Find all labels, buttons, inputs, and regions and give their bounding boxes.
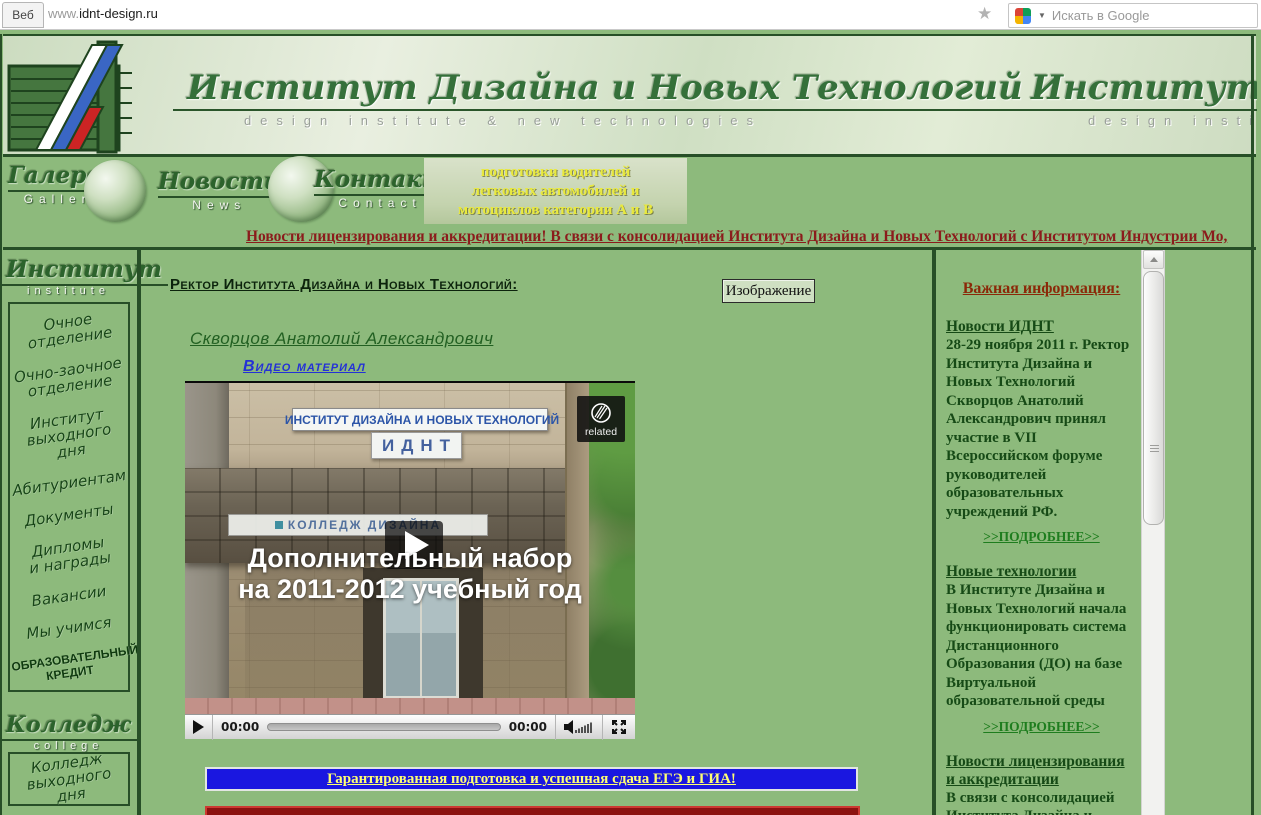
broken-image-placeholder: Изображение: [722, 279, 815, 303]
sidebar-institute-label[interactable]: Институт: [0, 256, 168, 286]
rector-heading: Ректор Института Дизайна и Новых Техноло…: [170, 276, 518, 293]
sidebar-item-obrazovatelny-kredit[interactable]: ОБРАЗОВАТЕЛЬНЫЙ КРЕДИТ: [11, 642, 140, 688]
idnt-sign: ИДНТ: [371, 432, 462, 459]
red-alert-bar: [205, 806, 860, 815]
news-section-body: В связи с консолидацией Института Дизайн…: [946, 789, 1115, 815]
video-player[interactable]: ИНСТИТУТ ДИЗАЙНА И НОВЫХ ТЕХНОЛОГИЙ ИДНТ…: [185, 381, 635, 740]
site-title-ru: Институт Дизайна и Новых Технологий: [173, 68, 1037, 111]
news-more-link[interactable]: >>ПОДРОБНЕЕ>>: [946, 529, 1137, 545]
duration-time: 00:00: [508, 720, 547, 734]
volume-icon[interactable]: [564, 720, 594, 734]
sidebar-college-label[interactable]: Колледж: [0, 712, 137, 741]
page-body: Институт Дизайна и Новых Технологий desi…: [0, 30, 1261, 815]
pavement: [185, 698, 635, 714]
sidebar-item-college-weekend[interactable]: Колледж выходного дня: [9, 747, 129, 810]
news-section-heading[interactable]: Новости лицензирования и аккредитации: [946, 753, 1125, 788]
video-controls: 00:00 00:00: [185, 714, 635, 740]
news-section-heading[interactable]: Новые технологии: [946, 563, 1076, 580]
gallery-sphere-icon[interactable]: [84, 160, 146, 222]
nav-news-label[interactable]: Новости: [158, 168, 281, 198]
nav-news[interactable]: Новости News: [158, 168, 281, 212]
progress-bar[interactable]: [267, 723, 501, 731]
important-info-panel: Важная информация: Новости ИДНТ 28-29 но…: [936, 250, 1141, 815]
sidebar-item-diplomy[interactable]: Дипломы и награды: [10, 531, 127, 579]
header-banner: Институт Дизайна и Новых Технологий desi…: [3, 34, 1257, 157]
url-prefix: www.: [48, 6, 80, 21]
nav-news-sublabel: News: [192, 198, 247, 212]
promo-line: подготовки водителей: [480, 164, 631, 180]
search-engine-dropdown-icon[interactable]: ▼: [1038, 11, 1046, 20]
rector-name-link[interactable]: Скворцов Анатолий Александрович: [190, 329, 493, 349]
related-label: related: [584, 425, 618, 438]
current-time: 00:00: [221, 720, 260, 734]
controls-divider: [212, 714, 213, 740]
scrollbar-up-button[interactable]: [1143, 250, 1164, 269]
scrollbar-thumb[interactable]: [1143, 271, 1164, 525]
sidebar-item-ochnoe[interactable]: Очное отделение: [10, 306, 127, 354]
sidebar-item-weekend-institute[interactable]: Институт выходного дня: [9, 403, 129, 466]
news-section-body: 28-29 ноября 2011 г. Ректор Института Ди…: [946, 337, 1130, 520]
institute-logo: [7, 40, 132, 154]
news-section: Новости лицензирования и аккредитации В …: [946, 753, 1137, 815]
sidebar-item-vakansii[interactable]: Вакансии: [11, 580, 126, 612]
search-input[interactable]: [1051, 8, 1257, 23]
fullscreen-icon[interactable]: [611, 719, 627, 735]
related-icon: [591, 402, 611, 423]
video-caption-line2: на 2011-2012 учебный год: [238, 574, 582, 604]
sidebar-institute-header[interactable]: Институт institute: [0, 256, 168, 297]
sidebar-institute-menu: Очное отделение Очно-заочное отделение И…: [8, 302, 140, 692]
news-section: Новости ИДНТ 28-29 ноября 2011 г. Ректор…: [946, 318, 1137, 545]
controls-play-icon[interactable]: [193, 720, 204, 734]
page-left-border: [0, 34, 2, 815]
page-right-border: [1251, 34, 1254, 815]
sidebar-item-dokumenty[interactable]: Документы: [11, 499, 126, 531]
site-title: Институт Дизайна и Новых Технологий desi…: [173, 68, 1037, 128]
news-section: Новые технологии В Институте Дизайна и Н…: [946, 563, 1137, 735]
college-sign: КОЛЛЕДЖ ДИЗАЙНА: [228, 514, 488, 536]
sidebar-item-my-uchimsya[interactable]: Мы учимся: [11, 612, 126, 644]
browser-chrome: Веб www.idnt-design.ru ★ ▼: [0, 0, 1261, 30]
sidebar-college-menu: Колледж выходного дня: [8, 749, 130, 806]
scroll-up-icon: [1149, 257, 1158, 262]
controls-divider: [602, 714, 603, 740]
news-marquee-link[interactable]: Новости лицензирования и аккредитации! В…: [0, 228, 1256, 247]
address-bar[interactable]: www.idnt-design.ru: [48, 6, 158, 21]
important-info-title[interactable]: Важная информация:: [946, 280, 1137, 298]
promo-line: легковых автомобилей и: [471, 183, 640, 199]
controls-divider: [555, 714, 556, 740]
institute-sign: ИНСТИТУТ ДИЗАЙНА И НОВЫХ ТЕХНОЛОГИЙ: [285, 408, 559, 431]
ege-banner-link[interactable]: Гарантированная подготовка и успешная сд…: [205, 767, 858, 791]
browser-tab[interactable]: Веб: [2, 2, 44, 28]
google-search-box[interactable]: ▼: [1008, 3, 1258, 28]
site-title-en-repeat: design institute & new technologies: [1087, 113, 1257, 128]
google-icon: [1015, 7, 1031, 24]
site-title-en: design institute & new technologies: [243, 113, 763, 128]
video-caption: Дополнительный набор на 2011-2012 учебны…: [185, 543, 635, 605]
site-title-repeat: Институт Дизайна и Новых Технологий desi…: [1017, 68, 1257, 128]
sidebar-institute-sublabel: institute: [27, 285, 110, 297]
drivers-training-promo: подготовки водителей легковых автомобиле…: [424, 158, 687, 224]
related-videos-badge[interactable]: related: [577, 396, 625, 442]
url-domain: idnt-design.ru: [79, 6, 158, 21]
video-frame[interactable]: ИНСТИТУТ ДИЗАЙНА И НОВЫХ ТЕХНОЛОГИЙ ИДНТ…: [185, 383, 635, 714]
scrollbar-grip-icon: [1150, 444, 1159, 452]
divider-vertical-left: [137, 250, 141, 815]
news-section-body: В Институте Дизайна и Новых Технологий н…: [946, 582, 1127, 709]
institute-sign-text: ИНСТИТУТ ДИЗАЙНА И НОВЫХ ТЕХНОЛОГИЙ: [284, 412, 560, 427]
panel-scrollbar[interactable]: [1141, 250, 1165, 815]
promo-line: мотоциклов категории А и В: [457, 202, 654, 218]
site-title-ru-repeat: Институт Дизайна и Новых Технологий: [1017, 68, 1257, 111]
news-section-heading[interactable]: Новости ИДНТ: [946, 318, 1054, 335]
bookmark-star-icon[interactable]: ★: [977, 4, 992, 24]
sidebar-item-ochno-zaochnoe[interactable]: Очно-заочное отделение: [10, 354, 127, 402]
video-material-link[interactable]: Видео материал: [243, 358, 366, 376]
news-more-link[interactable]: >>ПОДРОБНЕЕ>>: [946, 719, 1137, 735]
video-caption-line1: Дополнительный набор: [247, 543, 573, 573]
sidebar-college-header[interactable]: Колледж college: [0, 712, 137, 752]
sidebar-item-abiturientam[interactable]: Абитуриентам: [11, 466, 127, 500]
sign-logo-mark: [274, 521, 283, 529]
